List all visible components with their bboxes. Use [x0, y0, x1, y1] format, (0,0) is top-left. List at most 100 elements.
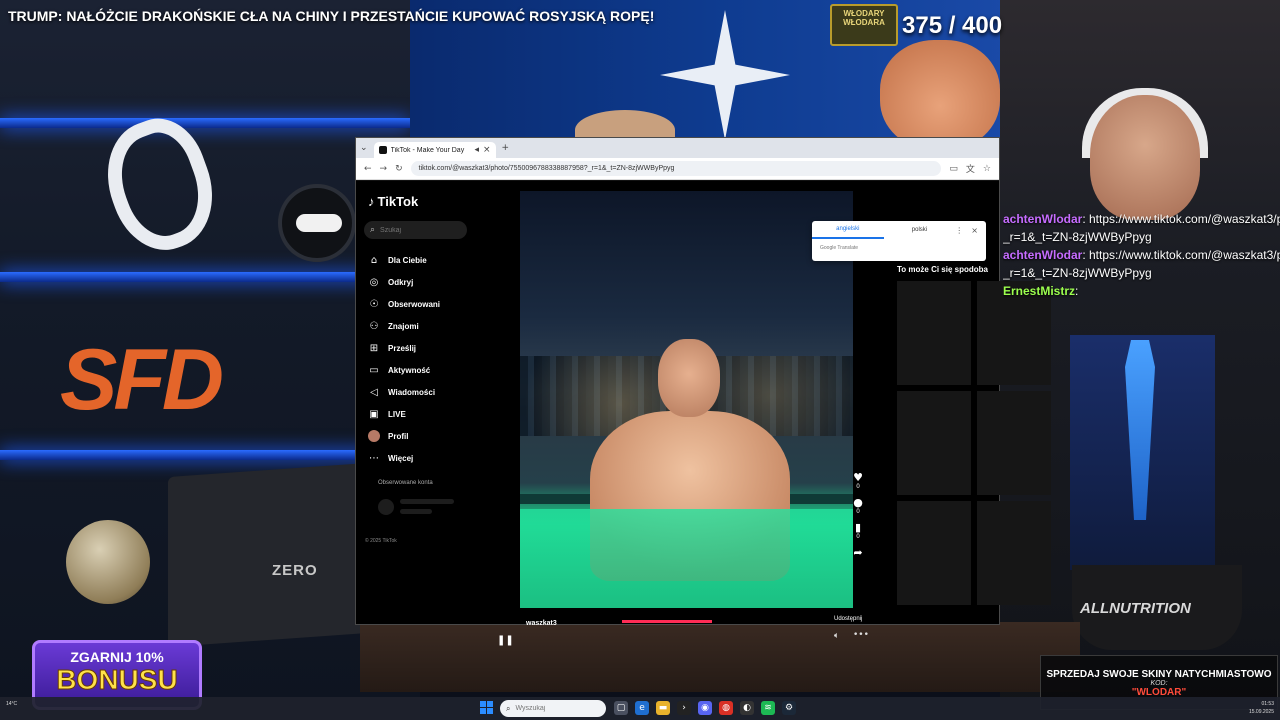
target-language-tab[interactable]: polski [884, 222, 956, 238]
new-tab-button[interactable]: + [502, 143, 510, 153]
translate-icon[interactable]: 文 [966, 162, 975, 175]
speaker-icon[interactable]: ◂ [474, 145, 479, 155]
forward-icon[interactable]: → [380, 164, 388, 174]
led-shelf [0, 450, 410, 460]
search-input[interactable] [380, 226, 451, 234]
upload-icon: ⊞ [369, 342, 379, 354]
messages-icon: ◁ [370, 386, 378, 398]
comment-count: 0 [856, 509, 860, 515]
copyright: © 2025 TikTok [365, 538, 397, 544]
tiktok-search[interactable]: ⌕ [364, 221, 467, 239]
nav-item-wiadomości[interactable]: ◁ Wiadomości [368, 381, 440, 403]
nutrition-label: ALLNUTRITION [1080, 600, 1191, 617]
windows-taskbar: 14°C ⌕ ▢ e ▬ › ◉ ◍ ◐ ≋ ⚙ 01:53 15.09.202… [0, 697, 1280, 720]
share-button[interactable]: ➦ [848, 546, 868, 559]
streamer-webcam [1090, 95, 1200, 220]
task-view-icon[interactable]: ▢ [614, 701, 628, 715]
goal-badge: WŁODARY WŁODARA [830, 4, 898, 46]
clock-time: 01:53 [1261, 701, 1274, 707]
nav-item-więcej[interactable]: ⋯ Więcej [368, 447, 440, 469]
action-bar: ♥ 0 ● 0 ▮ 0 ➦ [848, 471, 868, 565]
chat-message: _r=1&_t=ZN-8zjWWByPpyg [1003, 264, 1280, 282]
nav-label: Więcej [388, 453, 414, 463]
activity-icon: ▭ [369, 364, 379, 376]
tiktok-logo[interactable]: ♪ TikTok [368, 194, 418, 209]
taskbar-search[interactable]: ⌕ [500, 700, 606, 717]
stream-chat: achtenWlodar: https://www.tiktok.com/@wa… [1003, 210, 1280, 300]
more-options-icon[interactable]: ••• [853, 630, 869, 640]
edge-icon[interactable]: e [635, 701, 649, 715]
skins-code-label: KOD: [1150, 680, 1168, 687]
nav-item-prześlij[interactable]: ⊞ Prześlij [368, 337, 440, 359]
tab-list-icon[interactable]: ⌄ [360, 143, 368, 153]
chrome-icon[interactable]: ◍ [719, 701, 733, 715]
file-explorer-icon[interactable]: ▬ [656, 701, 670, 715]
skeleton-line [400, 499, 454, 504]
robot-figure [278, 184, 356, 262]
source-language-tab[interactable]: angielski [812, 221, 884, 239]
taskbar-search-input[interactable] [515, 705, 596, 712]
photo-progress [622, 620, 712, 623]
suggestion-card[interactable] [977, 501, 1051, 605]
discord-icon[interactable]: ◉ [698, 701, 712, 715]
tab-strip: ⌄ TikTok - Make Your Day ◂ × + [356, 138, 999, 158]
chat-text: : https://www.tiktok.com/@waszkat3/pho [1082, 212, 1280, 226]
chat-message: achtenWlodar: https://www.tiktok.com/@wa… [1003, 210, 1280, 228]
nav-label: Odkryj [388, 277, 414, 287]
nav-item-profil[interactable]: Profil [368, 425, 440, 447]
start-button[interactable] [480, 701, 493, 714]
nav-label: Wiadomości [388, 387, 436, 397]
nav-item-live[interactable]: ▣ LIVE [368, 403, 440, 425]
save-count: 0 [856, 534, 860, 540]
reload-icon[interactable]: ↻ [395, 164, 403, 174]
like-button[interactable]: ♥ 0 [848, 471, 868, 490]
url-field[interactable]: tiktok.com/@waszkat3/photo/7550096788338… [410, 161, 942, 176]
translate-tabs: angielski polski ⋮ × [812, 221, 986, 239]
author-handle[interactable]: waszkat3 [526, 620, 557, 627]
chat-message: achtenWlodar: https://www.tiktok.com/@wa… [1003, 246, 1280, 264]
close-icon[interactable]: × [971, 226, 978, 235]
terminal-icon[interactable]: › [677, 701, 691, 715]
photo-post[interactable] [520, 191, 853, 608]
suggestion-card[interactable] [977, 391, 1051, 495]
save-button[interactable]: ▮ 0 [848, 521, 868, 540]
chat-username[interactable]: achtenWlodar [1003, 248, 1082, 262]
desk [360, 622, 1080, 692]
comment-button[interactable]: ● 0 [848, 496, 868, 515]
translate-menu-icon[interactable]: ⋮ [955, 226, 963, 235]
tiktok-note-icon: ♪ [368, 194, 375, 209]
nav-label: Prześlij [388, 343, 417, 353]
skeleton-avatar [378, 499, 394, 515]
bookmark-star-icon[interactable]: ☆ [983, 164, 991, 174]
nav-item-obserwowani[interactable]: ☉ Obserwowani [368, 293, 441, 315]
chat-username[interactable]: achtenWlodar [1003, 212, 1082, 226]
suggestion-card[interactable] [897, 391, 971, 495]
chat-username[interactable]: ErnestMistrz [1003, 284, 1075, 298]
close-tab-icon[interactable]: × [483, 145, 491, 155]
person-head [658, 339, 720, 417]
share-label: Udostępnij [834, 616, 863, 622]
tiktok-nav: ⌂ Dla Ciebie ◎ Odkryj ☉ Obserwowani ⚇ Znajomi ⊞ P… [368, 249, 440, 469]
nav-item-dla-ciebie[interactable]: ⌂ Dla Ciebie [368, 249, 440, 271]
volume-icon[interactable]: 🔈︎ [834, 631, 839, 641]
tab-title: TikTok - Make Your Day [390, 146, 465, 154]
news-person-trump [880, 40, 1000, 150]
nav-item-znajomi[interactable]: ⚇ Znajomi [368, 315, 440, 337]
bookmark-icon: ▮ [854, 521, 862, 534]
nav-item-odkryj[interactable]: ◎ Odkryj [368, 271, 440, 293]
cast-icon[interactable]: ▭ [949, 164, 958, 174]
tab-tiktok[interactable]: TikTok - Make Your Day ◂ × [373, 142, 496, 158]
suggestion-card[interactable] [897, 281, 971, 385]
suggestion-card[interactable] [897, 501, 971, 605]
weather-widget[interactable]: 14°C [6, 701, 17, 708]
taskbar-apps: ▢ e ▬ › ◉ ◍ ◐ ≋ ⚙ [614, 701, 796, 715]
translate-popup: angielski polski ⋮ × Google Translate [812, 221, 986, 261]
pause-icon[interactable]: ❚❚ [497, 635, 514, 646]
steam-icon[interactable]: ⚙ [782, 701, 796, 715]
stream-scene: SFD ZERO ALLNUTRITION TRUMP: NAŁÓŻCIE DR… [0, 0, 1280, 720]
back-icon[interactable]: ← [364, 164, 372, 174]
nav-item-aktywność[interactable]: ▭ Aktywność [368, 359, 440, 381]
system-tray[interactable]: 01:53 15.09.2025 [1249, 700, 1274, 716]
obs-icon[interactable]: ◐ [740, 701, 754, 715]
spotify-icon[interactable]: ≋ [761, 701, 775, 715]
